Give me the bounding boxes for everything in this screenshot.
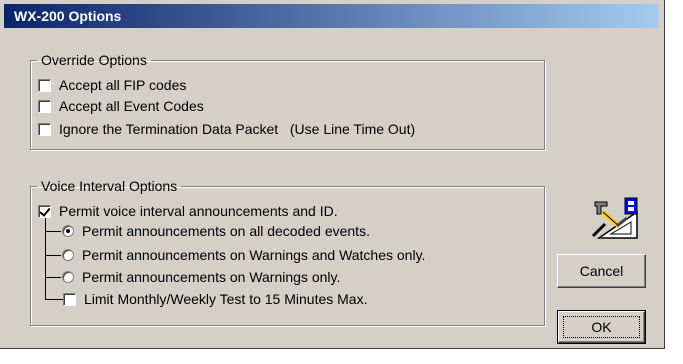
ignore-termination-label: Ignore the Termination Data Packet (Use …: [59, 121, 416, 137]
all-decoded-events-label: Permit announcements on all decoded even…: [82, 223, 370, 239]
accept-event-codes-checkbox[interactable]: Accept all Event Codes: [38, 97, 204, 115]
window-title: WX-200 Options: [14, 8, 122, 24]
permit-voice-interval-checkbox[interactable]: Permit voice interval announcements and …: [38, 202, 338, 220]
all-decoded-events-radio-button[interactable]: [62, 225, 74, 237]
ignore-termination-checkbox[interactable]: Ignore the Termination Data Packet (Use …: [38, 120, 415, 138]
limit-test-box[interactable]: [63, 292, 76, 306]
warnings-only-label: Permit announcements on Warnings only.: [82, 269, 341, 285]
tree-connector-branch: [45, 231, 61, 232]
warnings-watches-radio[interactable]: Permit announcements on Warnings and Wat…: [62, 246, 425, 264]
warnings-watches-radio-button[interactable]: [62, 249, 74, 261]
accept-fip-codes-box[interactable]: [38, 78, 51, 92]
tree-connector-branch: [45, 255, 61, 256]
permit-voice-interval-box[interactable]: [38, 204, 51, 218]
warnings-watches-label: Permit announcements on Warnings and Wat…: [82, 247, 426, 263]
ok-button[interactable]: OK: [557, 310, 646, 344]
accept-event-codes-label: Accept all Event Codes: [59, 98, 204, 114]
tree-connector-branch: [45, 299, 63, 300]
accept-event-codes-box[interactable]: [38, 99, 51, 113]
accept-fip-codes-label: Accept all FIP codes: [59, 77, 187, 93]
focus-rectangle: [563, 316, 640, 338]
title-bar[interactable]: WX-200 Options: [4, 4, 659, 28]
accept-fip-codes-checkbox[interactable]: Accept all FIP codes: [38, 76, 186, 94]
settings-tool-icon: [591, 197, 638, 239]
cancel-button[interactable]: Cancel: [557, 254, 646, 288]
cancel-button-label: Cancel: [579, 263, 624, 279]
voice-interval-options-label: Voice Interval Options: [41, 178, 178, 194]
warnings-only-radio[interactable]: Permit announcements on Warnings only.: [62, 268, 340, 286]
wx200-options-dialog: WX-200 Options Override Options Accept a…: [0, 0, 665, 349]
limit-test-label: Limit Monthly/Weekly Test to 15 Minutes …: [84, 291, 368, 307]
all-decoded-events-radio[interactable]: Permit announcements on all decoded even…: [62, 222, 370, 240]
override-options-label: Override Options: [41, 52, 147, 68]
permit-voice-interval-label: Permit voice interval announcements and …: [59, 203, 338, 219]
limit-test-checkbox[interactable]: Limit Monthly/Weekly Test to 15 Minutes …: [63, 290, 367, 308]
ignore-termination-box[interactable]: [38, 122, 51, 136]
tree-connector-branch: [45, 277, 61, 278]
warnings-only-radio-button[interactable]: [62, 271, 74, 283]
